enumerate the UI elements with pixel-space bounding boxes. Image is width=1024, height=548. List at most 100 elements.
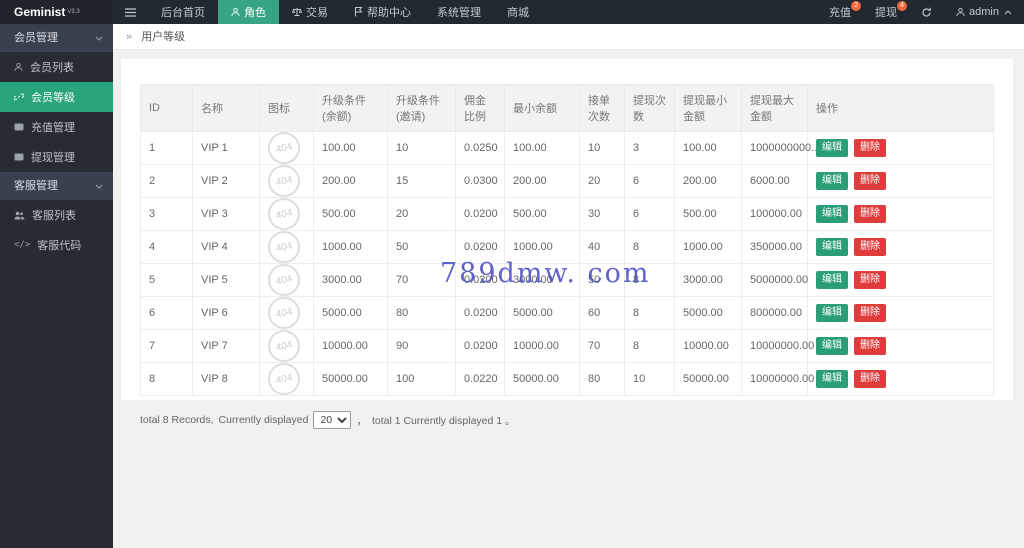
table-cell: 6000.00: [742, 165, 808, 198]
withdraw-button[interactable]: 提现 4: [863, 0, 909, 24]
nav-item-roles[interactable]: 角色: [218, 0, 279, 24]
table-cell: 0.0220: [456, 363, 505, 396]
page-title: 用户等级: [141, 31, 185, 43]
table-cell: 500.00: [314, 198, 388, 231]
nav-item-trade[interactable]: 交易: [279, 0, 341, 24]
refresh-button[interactable]: [909, 0, 944, 24]
table-cell: 6: [625, 165, 675, 198]
table-cell: 8: [625, 231, 675, 264]
sidebar-item-service-code[interactable]: </> 客服代码: [0, 230, 113, 260]
user-menu[interactable]: admin: [944, 0, 1024, 24]
hamburger-icon[interactable]: [113, 0, 148, 24]
table-cell: 1000000000...: [742, 132, 808, 165]
table-cell: 10000000.00: [742, 363, 808, 396]
table-cell: 10000.00: [314, 330, 388, 363]
nav-item-home[interactable]: 后台首页: [148, 0, 218, 24]
actions-cell: 编辑删除: [808, 165, 994, 198]
sidebar: 会员管理 会员列表 会员等级 充值管: [0, 24, 113, 548]
app-logo: Geminist V3.3: [0, 0, 113, 24]
page-size-select[interactable]: 20: [313, 411, 351, 429]
edit-button[interactable]: 编辑: [816, 139, 848, 157]
col-header-upgrade-invite: 升级条件(邀请): [388, 85, 456, 132]
table-cell: 100.00: [314, 132, 388, 165]
sidebar-item-service-list[interactable]: 客服列表: [0, 200, 113, 230]
actions-cell: 编辑删除: [808, 297, 994, 330]
sidebar-section-members[interactable]: 会员管理: [0, 24, 113, 52]
nav-item-help[interactable]: 帮助中心: [341, 0, 424, 24]
table-cell: 8: [141, 363, 193, 396]
table-cell: 1000.00: [505, 231, 580, 264]
table-cell: 500.00: [675, 198, 742, 231]
table-cell: 8: [625, 297, 675, 330]
app-window: Geminist V3.3 后台首页 角色 交易: [0, 0, 1024, 548]
username: admin: [969, 6, 999, 18]
table-cell: 2: [141, 165, 193, 198]
actions-cell: 编辑删除: [808, 132, 994, 165]
edit-button[interactable]: 编辑: [816, 337, 848, 355]
broken-image-404-placeholder: 404: [265, 327, 303, 365]
edit-button[interactable]: 编辑: [816, 238, 848, 256]
user-icon: [14, 62, 23, 72]
edit-button[interactable]: 编辑: [816, 205, 848, 223]
icon-cell: 404: [260, 198, 314, 231]
table-cell: 0.0200: [456, 198, 505, 231]
broken-image-404-placeholder: 404: [265, 129, 303, 167]
nav-item-system[interactable]: 系统管理: [424, 0, 494, 24]
table-cell: 50000.00: [675, 363, 742, 396]
table-cell: 3: [141, 198, 193, 231]
flag-icon: [354, 7, 363, 17]
broken-image-404-placeholder: 404: [265, 261, 303, 299]
table-cell: 70: [580, 330, 625, 363]
logo-version: V3.3: [67, 9, 79, 15]
withdraw-badge: 4: [897, 1, 907, 11]
table-header-row: ID 名称 图标 升级条件(余额) 升级条件(邀请) 佣金比例 最小余额 接单次…: [141, 85, 994, 132]
icon-cell: 404: [260, 297, 314, 330]
delete-button[interactable]: 删除: [854, 205, 886, 223]
logo-text: Geminist: [14, 5, 65, 19]
total-records-text: total 8 Records,: [140, 414, 214, 426]
actions-cell: 编辑删除: [808, 330, 994, 363]
table-cell: 5000000.00: [742, 264, 808, 297]
icon-cell: 404: [260, 231, 314, 264]
delete-button[interactable]: 删除: [854, 337, 886, 355]
edit-button[interactable]: 编辑: [816, 304, 848, 322]
table-card: ID 名称 图标 升级条件(余额) 升级条件(邀请) 佣金比例 最小余额 接单次…: [121, 59, 1013, 400]
sidebar-item-withdraw-mgmt[interactable]: 提现管理: [0, 142, 113, 172]
sidebar-item-recharge-mgmt[interactable]: 充值管理: [0, 112, 113, 142]
table-cell: 0.0200: [456, 231, 505, 264]
table-cell: 5000.00: [505, 297, 580, 330]
delete-button[interactable]: 删除: [854, 238, 886, 256]
table-row: 2VIP 2404200.00150.0300200.00206200.0060…: [141, 165, 994, 198]
table-cell: 100.00: [505, 132, 580, 165]
col-header-commission: 佣金比例: [456, 85, 505, 132]
sidebar-item-member-level[interactable]: 会员等级: [0, 82, 113, 112]
code-icon: </>: [14, 240, 30, 250]
sidebar-section-service[interactable]: 客服管理: [0, 172, 113, 200]
table-cell: 8: [625, 264, 675, 297]
table-cell: VIP 3: [193, 198, 260, 231]
table-cell: 1000.00: [314, 231, 388, 264]
users-icon: [14, 211, 25, 220]
delete-button[interactable]: 删除: [854, 271, 886, 289]
nav-item-shop[interactable]: 商城: [494, 0, 542, 24]
edit-button[interactable]: 编辑: [816, 370, 848, 388]
delete-button[interactable]: 删除: [854, 172, 886, 190]
recharge-button[interactable]: 充值 2: [817, 0, 863, 24]
table-cell: 5: [141, 264, 193, 297]
delete-button[interactable]: 删除: [854, 139, 886, 157]
sidebar-item-member-list[interactable]: 会员列表: [0, 52, 113, 82]
delete-button[interactable]: 删除: [854, 370, 886, 388]
table-cell: 50000.00: [314, 363, 388, 396]
delete-button[interactable]: 删除: [854, 304, 886, 322]
table-cell: 100.00: [675, 132, 742, 165]
table-cell: 200.00: [314, 165, 388, 198]
table-row: 6VIP 64045000.00800.02005000.006085000.0…: [141, 297, 994, 330]
actions-cell: 编辑删除: [808, 198, 994, 231]
pagination-comma: ，: [356, 413, 367, 428]
table-cell: VIP 2: [193, 165, 260, 198]
edit-button[interactable]: 编辑: [816, 271, 848, 289]
icon-cell: 404: [260, 264, 314, 297]
table-cell: 3000.00: [314, 264, 388, 297]
edit-button[interactable]: 编辑: [816, 172, 848, 190]
col-header-min-balance: 最小余额: [505, 85, 580, 132]
